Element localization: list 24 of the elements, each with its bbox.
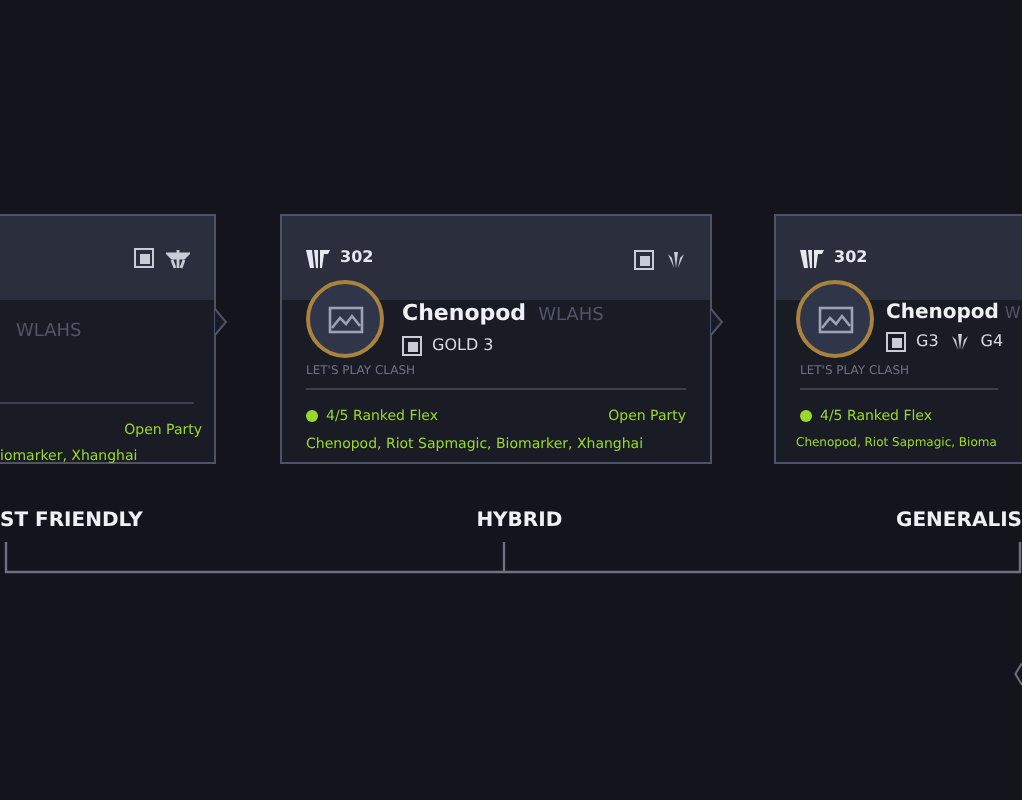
team-logo-icon — [306, 249, 330, 267]
team-name: Chenopod — [402, 298, 527, 330]
square-rank-icon — [402, 335, 422, 355]
square-rank-icon — [634, 249, 654, 269]
claw-icon — [666, 249, 686, 269]
team-number: 302 — [340, 246, 374, 270]
rank-label: G4 — [980, 330, 1004, 354]
team-tag: WLAHS — [16, 320, 82, 347]
team-tag: WLAHS — [538, 304, 604, 331]
axis-label: GENERALIS — [896, 508, 1022, 536]
square-rank-icon — [886, 332, 906, 352]
axis-label: HYBRID — [476, 508, 563, 536]
square-rank-icon — [134, 248, 154, 268]
image-placeholder-icon — [817, 305, 853, 333]
team-logo-icon — [800, 249, 824, 267]
claw-icon — [950, 332, 971, 352]
team-tag: W — [1004, 302, 1021, 326]
team-number: 302 — [834, 246, 868, 270]
image-placeholder-icon — [327, 305, 363, 333]
chevron-left-icon — [1014, 662, 1022, 686]
rank-label: G3 — [916, 330, 939, 354]
rank-label: GOLD 3 — [432, 333, 494, 357]
team-name: Chenopod — [886, 300, 999, 328]
axis-label: ST FRIENDLY — [0, 508, 143, 536]
